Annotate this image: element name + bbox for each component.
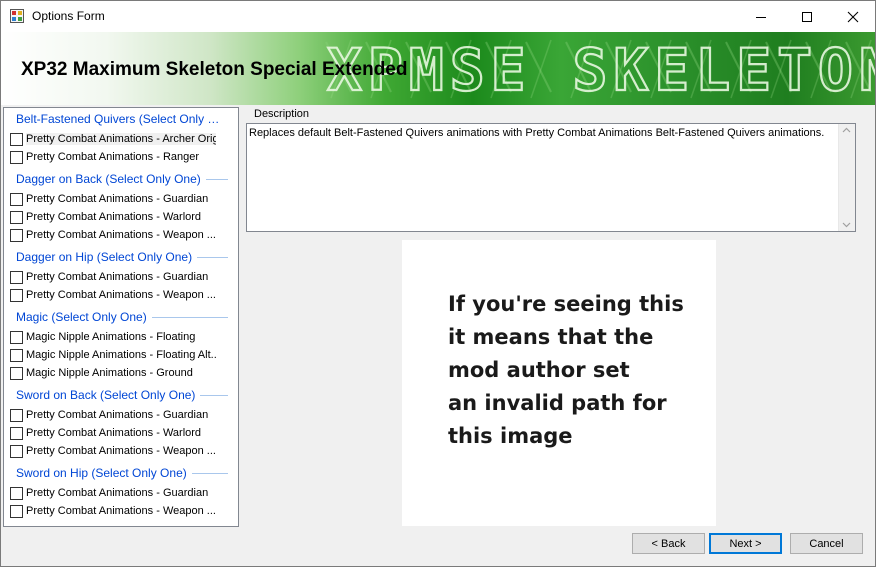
option-checkbox[interactable] bbox=[10, 211, 23, 224]
option-checkbox[interactable] bbox=[10, 505, 23, 518]
group-header-label: Sword on Hip (Select Only One) bbox=[16, 466, 192, 480]
option-item[interactable]: Pretty Combat Animations - Warlord bbox=[4, 208, 238, 226]
app-form-icon bbox=[10, 9, 24, 23]
group-header-label: Dagger on Back (Select Only One) bbox=[16, 172, 206, 186]
preview-message-line: mod author set bbox=[448, 358, 630, 382]
options-form-window: Options Form XPMSE SKELETON XP32 Maximum… bbox=[0, 0, 876, 567]
option-preview-image: If you're seeing this it means that the mo… bbox=[402, 240, 716, 526]
option-label: Magic Nipple Animations - Floating bbox=[26, 331, 196, 343]
option-checkbox[interactable] bbox=[10, 331, 23, 344]
preview-message-line: this image bbox=[448, 424, 573, 448]
description-scrollbar[interactable] bbox=[838, 124, 855, 231]
option-label: Pretty Combat Animations - Archer Origin bbox=[26, 133, 216, 145]
description-text: Replaces default Belt-Fastened Quivers a… bbox=[249, 127, 825, 139]
option-item[interactable]: Pretty Combat Animations - Ranger bbox=[4, 148, 238, 166]
option-item[interactable]: Pretty Combat Animations - Weapon ... bbox=[4, 286, 238, 304]
description-textbox[interactable]: Replaces default Belt-Fastened Quivers a… bbox=[246, 123, 856, 232]
description-label: Description bbox=[252, 108, 312, 120]
option-label: Pretty Combat Animations - Warlord bbox=[26, 427, 202, 439]
next-button[interactable]: Next > bbox=[709, 533, 782, 554]
option-label: Pretty Combat Animations - Guardian bbox=[26, 409, 209, 421]
option-item[interactable]: Pretty Combat Animations - Warlord bbox=[4, 424, 238, 442]
option-label: Pretty Combat Animations - Weapon ... bbox=[26, 505, 216, 517]
option-item[interactable]: Pretty Combat Animations - Guardian bbox=[4, 406, 238, 424]
group-header: Dagger on Hip (Select Only One) bbox=[4, 248, 238, 266]
option-label: Pretty Combat Animations - Weapon ... bbox=[26, 445, 216, 457]
option-checkbox[interactable] bbox=[10, 151, 23, 164]
header-banner: XPMSE SKELETON XP32 Maximum Skeleton Spe… bbox=[1, 32, 875, 105]
option-item[interactable]: Magic Nipple Animations - Floating bbox=[4, 328, 238, 346]
preview-message-line: it means that the bbox=[448, 325, 654, 349]
group-header-label: Belt-Fastened Quivers (Select Only One) bbox=[16, 112, 230, 126]
group-header: Belt-Fastened Quivers (Select Only One) bbox=[4, 110, 238, 128]
option-label: Magic Nipple Animations - Floating Alt..… bbox=[26, 349, 216, 361]
invalid-image-message: If you're seeing this it means that the mo… bbox=[448, 288, 684, 453]
option-item[interactable]: Magic Nipple Animations - Floating Alt..… bbox=[4, 346, 238, 364]
scroll-up-icon[interactable] bbox=[842, 127, 851, 133]
option-checkbox[interactable] bbox=[10, 367, 23, 380]
option-item[interactable]: Pretty Combat Animations - Archer Origin bbox=[4, 130, 238, 148]
scroll-down-icon[interactable] bbox=[842, 222, 851, 228]
option-label: Pretty Combat Animations - Guardian bbox=[26, 271, 209, 283]
option-label: Pretty Combat Animations - Guardian bbox=[26, 193, 209, 205]
title-bar[interactable]: Options Form bbox=[1, 1, 875, 32]
window-title: Options Form bbox=[32, 9, 105, 23]
option-label: Pretty Combat Animations - Weapon ... bbox=[26, 229, 216, 241]
option-checkbox[interactable] bbox=[10, 289, 23, 302]
group-header: Sword on Hip (Select Only One) bbox=[4, 464, 238, 482]
option-item[interactable]: Pretty Combat Animations - Guardian bbox=[4, 268, 238, 286]
option-checkbox[interactable] bbox=[10, 349, 23, 362]
option-checkbox[interactable] bbox=[10, 229, 23, 242]
option-checkbox[interactable] bbox=[10, 487, 23, 500]
group-header: Sword on Back (Select Only One) bbox=[4, 386, 238, 404]
cancel-button[interactable]: Cancel bbox=[790, 533, 863, 554]
minimize-button[interactable] bbox=[738, 1, 784, 32]
option-checkbox[interactable] bbox=[10, 409, 23, 422]
option-checkbox[interactable] bbox=[10, 445, 23, 458]
option-item[interactable]: Pretty Combat Animations - Weapon ... bbox=[4, 226, 238, 244]
close-button[interactable] bbox=[830, 1, 875, 32]
maximize-button[interactable] bbox=[784, 1, 830, 32]
group-header-label: Magic (Select Only One) bbox=[16, 310, 152, 324]
banner-art-text: XPMSE SKELETON bbox=[327, 36, 875, 104]
option-item[interactable]: Magic Nipple Animations - Ground bbox=[4, 364, 238, 382]
mod-title: XP32 Maximum Skeleton Special Extended bbox=[21, 59, 408, 80]
option-item[interactable]: Pretty Combat Animations - Guardian bbox=[4, 484, 238, 502]
option-item[interactable]: Pretty Combat Animations - Weapon ... bbox=[4, 502, 238, 520]
group-header-label: Sword on Back (Select Only One) bbox=[16, 388, 201, 402]
minimize-icon bbox=[756, 16, 766, 18]
option-item[interactable]: Pretty Combat Animations - Guardian bbox=[4, 190, 238, 208]
option-checkbox[interactable] bbox=[10, 133, 23, 146]
option-label: Pretty Combat Animations - Weapon ... bbox=[26, 289, 216, 301]
option-label: Pretty Combat Animations - Warlord bbox=[26, 211, 202, 223]
maximize-icon bbox=[802, 11, 812, 22]
group-header: Magic (Select Only One) bbox=[4, 308, 238, 326]
option-label: Pretty Combat Animations - Guardian bbox=[26, 487, 209, 499]
option-checkbox[interactable] bbox=[10, 193, 23, 206]
option-label: Magic Nipple Animations - Ground bbox=[26, 367, 193, 379]
group-header-label: Dagger on Hip (Select Only One) bbox=[16, 250, 198, 264]
close-icon bbox=[847, 11, 859, 22]
preview-message-line: If you're seeing this bbox=[448, 292, 684, 316]
option-checkbox[interactable] bbox=[10, 271, 23, 284]
option-checkbox[interactable] bbox=[10, 427, 23, 440]
option-item[interactable]: Pretty Combat Animations - Weapon ... bbox=[4, 442, 238, 460]
preview-message-line: an invalid path for bbox=[448, 391, 667, 415]
group-header: Dagger on Back (Select Only One) bbox=[4, 170, 238, 188]
option-label: Pretty Combat Animations - Ranger bbox=[26, 151, 200, 163]
back-button[interactable]: < Back bbox=[632, 533, 705, 554]
options-list-panel[interactable]: Belt-Fastened Quivers (Select Only One) P… bbox=[3, 107, 239, 527]
